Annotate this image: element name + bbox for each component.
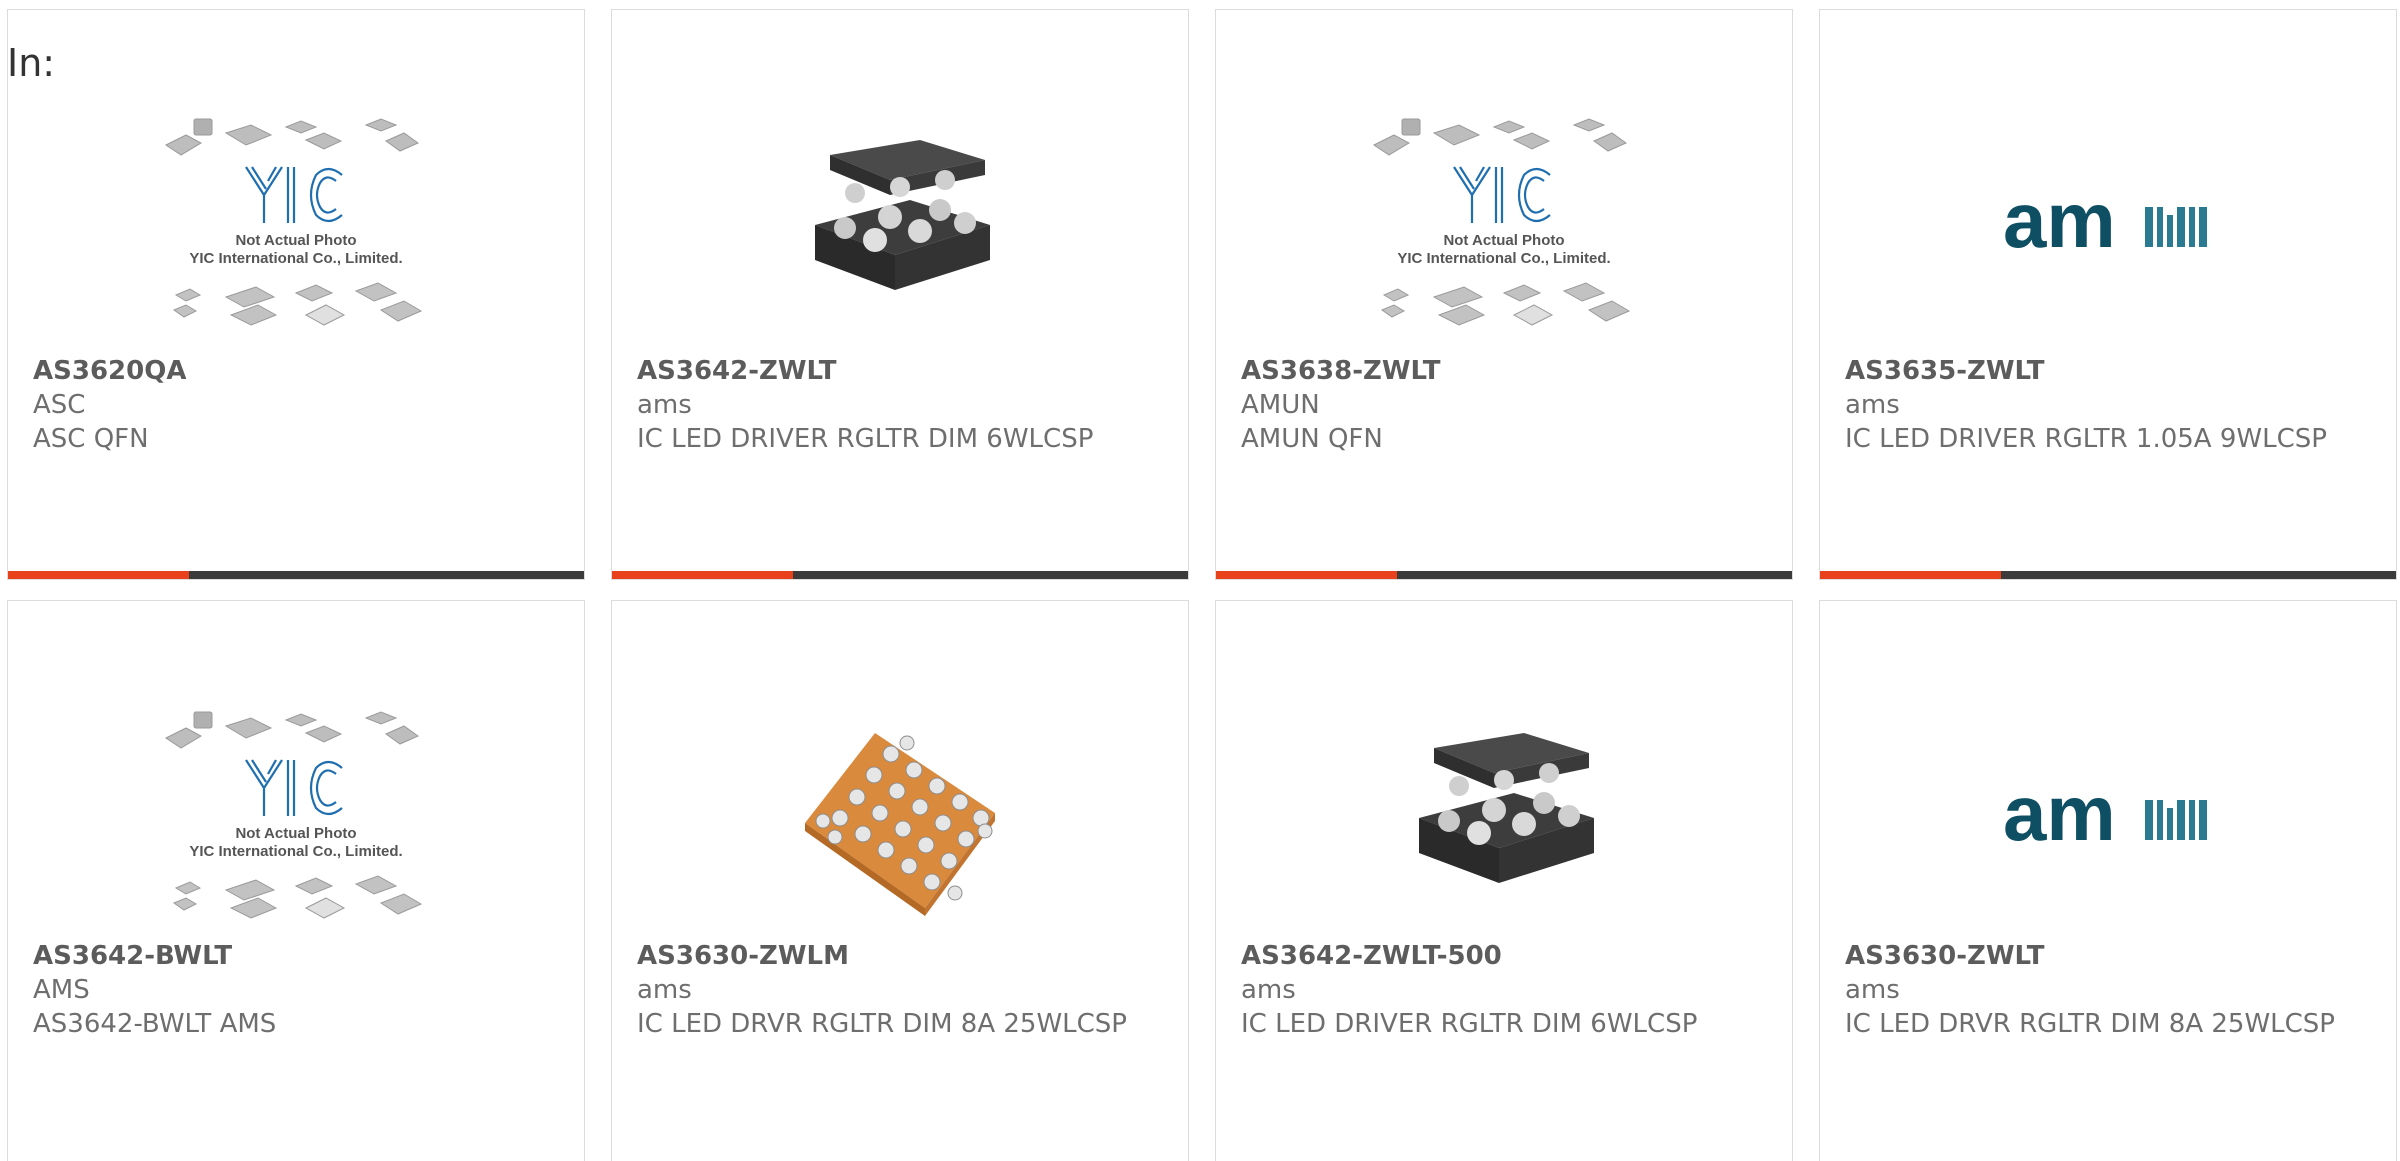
card-bar <box>1216 571 1792 579</box>
card-bar <box>8 571 584 579</box>
manufacturer: ams <box>1241 975 1296 1005</box>
card-bar-accent <box>1820 571 2002 579</box>
manufacturer: ams <box>1845 390 1900 420</box>
ams-logo-icon: am <box>2003 778 2207 857</box>
yic-placeholder-icon: Not Actual Photo YIC International Co., … <box>1373 118 1631 326</box>
product-info: AS3620QA ASC ASC QFN <box>33 354 564 456</box>
card-bar-accent <box>8 571 190 579</box>
product-info: AS3642-ZWLT-500 ams IC LED DRIVER RGLTR … <box>1241 939 1772 1041</box>
part-number[interactable]: AS3620QA <box>33 354 564 388</box>
card-bar <box>612 571 1188 579</box>
product-card[interactable]: Not Actual Photo YIC International Co., … <box>7 600 585 1161</box>
product-image[interactable]: Not Actual Photo YIC International Co., … <box>1216 90 1792 360</box>
part-number[interactable]: AS3630-ZWLM <box>637 939 1168 973</box>
description: IC LED DRIVER RGLTR 1.05A 9WLCSP <box>1845 424 2327 454</box>
product-image[interactable] <box>612 90 1188 360</box>
wlcsp-chip-icon <box>815 140 990 290</box>
part-number[interactable]: AS3630-ZWLT <box>1845 939 2376 973</box>
svg-text:Not Actual Photo: Not Actual Photo <box>235 825 356 842</box>
wlcsp-25-chip-icon <box>805 733 995 916</box>
product-info: AS3642-ZWLT ams IC LED DRIVER RGLTR DIM … <box>637 354 1168 456</box>
description: AS3642-BWLT AMS <box>33 1009 277 1039</box>
svg-text:YIC International Co., Limited: YIC International Co., Limited. <box>189 250 402 267</box>
manufacturer: ams <box>637 975 692 1005</box>
svg-text:am: am <box>2003 778 2116 857</box>
card-bar-accent <box>612 571 794 579</box>
manufacturer: AMUN <box>1241 390 1320 420</box>
product-card[interactable]: am AS3635-ZWLT ams IC LED DRIVER RGLTR 1… <box>1819 9 2397 580</box>
svg-text:am: am <box>2003 185 2116 264</box>
description: IC LED DRIVER RGLTR DIM 6WLCSP <box>637 424 1094 454</box>
product-image[interactable] <box>1216 683 1792 953</box>
product-image[interactable]: am <box>1820 683 2396 953</box>
product-card[interactable]: Not Actual Photo YIC International Co., … <box>1215 9 1793 580</box>
yic-placeholder-icon: Not Actual Photo YIC International Co., … <box>165 711 423 919</box>
part-number[interactable]: AS3642-BWLT <box>33 939 564 973</box>
description: AMUN QFN <box>1241 424 1383 454</box>
product-image[interactable] <box>612 683 1188 953</box>
product-info: AS3638-ZWLT AMUN AMUN QFN <box>1241 354 1772 456</box>
manufacturer: ams <box>1845 975 1900 1005</box>
description: ASC QFN <box>33 424 149 454</box>
product-card[interactable]: Not Actual Photo YIC International Co., … <box>7 9 585 580</box>
product-info: AS3630-ZWLM ams IC LED DRVR RGLTR DIM 8A… <box>637 939 1168 1041</box>
product-grid-page: In: Not Actual Photo YIC International C… <box>0 0 2400 1161</box>
description: IC LED DRVR RGLTR DIM 8A 25WLCSP <box>1845 1009 2335 1039</box>
product-image[interactable]: Not Actual Photo YIC International Co., … <box>8 90 584 360</box>
svg-text:YIC International Co., Limited: YIC International Co., Limited. <box>1397 250 1610 267</box>
product-info: AS3630-ZWLT ams IC LED DRVR RGLTR DIM 8A… <box>1845 939 2376 1041</box>
ams-logo-icon: am <box>2003 185 2207 264</box>
product-info: AS3635-ZWLT ams IC LED DRIVER RGLTR 1.05… <box>1845 354 2376 456</box>
manufacturer: AMS <box>33 975 90 1005</box>
product-image[interactable]: am <box>1820 90 2396 360</box>
wlcsp-chip-icon <box>1419 733 1594 883</box>
product-card[interactable]: am AS3630-ZWLT ams IC LED DRVR RGLTR DIM… <box>1819 600 2397 1161</box>
card-bar-accent <box>1216 571 1398 579</box>
svg-text:Not Actual Photo: Not Actual Photo <box>1443 232 1564 249</box>
product-card[interactable]: AS3630-ZWLM ams IC LED DRVR RGLTR DIM 8A… <box>611 600 1189 1161</box>
manufacturer: ASC <box>33 390 86 420</box>
description: IC LED DRIVER RGLTR DIM 6WLCSP <box>1241 1009 1698 1039</box>
product-image[interactable]: Not Actual Photo YIC International Co., … <box>8 683 584 953</box>
in-label: In: <box>7 41 56 85</box>
product-card[interactable]: AS3642-ZWLT-500 ams IC LED DRIVER RGLTR … <box>1215 600 1793 1161</box>
svg-text:Not Actual Photo: Not Actual Photo <box>235 232 356 249</box>
product-info: AS3642-BWLT AMS AS3642-BWLT AMS <box>33 939 564 1041</box>
yic-placeholder-icon: Not Actual Photo YIC International Co., … <box>165 118 423 326</box>
manufacturer: ams <box>637 390 692 420</box>
part-number[interactable]: AS3642-ZWLT <box>637 354 1168 388</box>
part-number[interactable]: AS3642-ZWLT-500 <box>1241 939 1772 973</box>
card-bar <box>1820 571 2396 579</box>
svg-text:YIC International Co., Limited: YIC International Co., Limited. <box>189 843 402 860</box>
part-number[interactable]: AS3638-ZWLT <box>1241 354 1772 388</box>
description: IC LED DRVR RGLTR DIM 8A 25WLCSP <box>637 1009 1127 1039</box>
part-number[interactable]: AS3635-ZWLT <box>1845 354 2376 388</box>
product-card[interactable]: AS3642-ZWLT ams IC LED DRIVER RGLTR DIM … <box>611 9 1189 580</box>
